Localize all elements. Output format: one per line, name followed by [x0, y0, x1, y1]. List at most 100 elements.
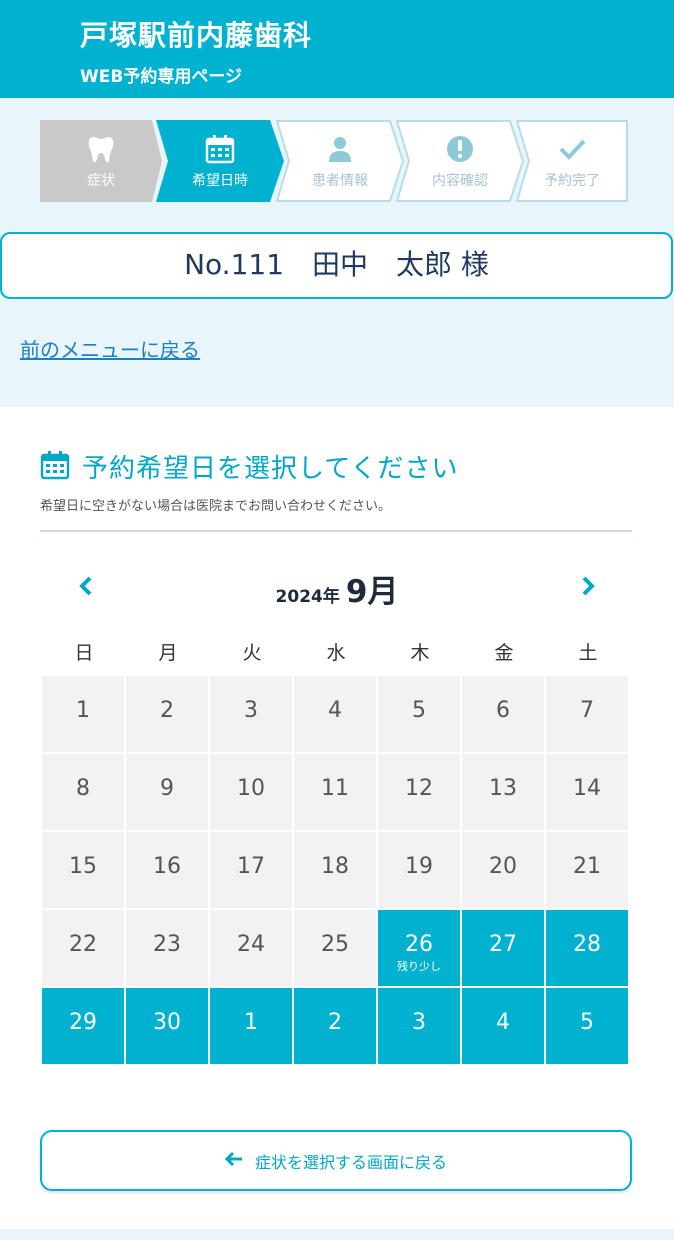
back-to-menu-link[interactable]: 前のメニューに戻る — [20, 334, 200, 363]
day-number: 4 — [496, 1010, 510, 1035]
weekday-label: 月 — [158, 642, 178, 664]
day-number: 15 — [69, 854, 97, 879]
day-number: 13 — [489, 776, 517, 801]
exclamation-icon — [396, 134, 524, 164]
page-subtitle: WEB予約専用ページ — [80, 67, 242, 87]
day-number: 7 — [580, 698, 594, 723]
step-confirm: 内容確認 — [396, 120, 524, 202]
month-label: 2024年 9月 — [0, 566, 674, 611]
day-number: 23 — [153, 932, 181, 957]
step-complete: 予約完了 — [516, 120, 628, 202]
step-datetime: 希望日時 — [156, 120, 284, 202]
calendar-day: 24 — [210, 910, 292, 986]
day-number: 4 — [328, 698, 342, 723]
step-label: 希望日時 — [192, 173, 248, 189]
calendar-day: 5 — [378, 676, 460, 752]
day-number: 16 — [153, 854, 181, 879]
next-month-button[interactable] — [576, 572, 600, 600]
calendar-day: 20 — [462, 832, 544, 908]
app-header: 戸塚駅前内藤歯科 WEB予約専用ページ — [0, 0, 674, 98]
calendar-day: 3 — [210, 676, 292, 752]
calendar-day: 7 — [546, 676, 628, 752]
day-number: 8 — [76, 776, 90, 801]
calendar-day-available[interactable]: 1 — [210, 988, 292, 1064]
day-number: 18 — [321, 854, 349, 879]
calendar-day: 22 — [42, 910, 124, 986]
calendar-icon — [156, 134, 284, 164]
year-label: 2024年 — [275, 587, 340, 607]
month-name: 9月 — [345, 574, 399, 610]
weekday-label: 水 — [326, 642, 346, 664]
weekday-label: 火 — [242, 642, 262, 664]
day-number: 6 — [496, 698, 510, 723]
section-header: 予約希望日を選択してください — [40, 448, 458, 485]
calendar-day-available[interactable]: 27 — [462, 910, 544, 986]
calendar-day: 6 — [462, 676, 544, 752]
calendar-day: 19 — [378, 832, 460, 908]
calendar-day-available[interactable]: 29 — [42, 988, 124, 1064]
calendar-day: 21 — [546, 832, 628, 908]
day-number: 25 — [321, 932, 349, 957]
day-number: 20 — [489, 854, 517, 879]
day-number: 2 — [160, 698, 174, 723]
calendar-day: 12 — [378, 754, 460, 830]
calendar-day-available[interactable]: 5 — [546, 988, 628, 1064]
clinic-title: 戸塚駅前内藤歯科 — [80, 19, 313, 52]
step-symptom: 症状 — [40, 120, 162, 202]
calendar-day: 8 — [42, 754, 124, 830]
check-icon — [516, 134, 628, 164]
calendar-day: 25 — [294, 910, 376, 986]
weekday-label: 土 — [578, 642, 598, 664]
day-number: 21 — [573, 854, 601, 879]
day-number: 5 — [580, 1010, 594, 1035]
calendar-day: 11 — [294, 754, 376, 830]
section-note: 希望日に空きがない場合は医院までお問い合わせください。 — [40, 499, 392, 514]
day-number: 9 — [160, 776, 174, 801]
day-number: 3 — [412, 1010, 426, 1035]
day-number: 19 — [405, 854, 433, 879]
calendar-day: 16 — [126, 832, 208, 908]
section-title: 予約希望日を選択してください — [82, 454, 459, 484]
calendar-day: 14 — [546, 754, 628, 830]
step-label: 内容確認 — [432, 173, 488, 189]
step-label: 予約完了 — [544, 173, 600, 189]
step-label: 患者情報 — [312, 173, 368, 189]
calendar-day-available[interactable]: 26 残り少し — [378, 910, 460, 986]
availability-note: 残り少し — [397, 960, 441, 973]
day-number: 24 — [237, 932, 265, 957]
calendar-day-available[interactable]: 30 — [126, 988, 208, 1064]
person-icon — [276, 134, 404, 164]
day-number: 22 — [69, 932, 97, 957]
calendar-day: 4 — [294, 676, 376, 752]
day-number: 11 — [321, 776, 349, 801]
day-number: 26 — [405, 932, 433, 957]
arrow-left-icon — [224, 1151, 243, 1171]
calendar-day: 9 — [126, 754, 208, 830]
day-number: 10 — [237, 776, 265, 801]
calendar-day: 13 — [462, 754, 544, 830]
weekday-label: 木 — [410, 642, 430, 664]
calendar-day-available[interactable]: 28 — [546, 910, 628, 986]
day-number: 2 — [328, 1010, 342, 1035]
calendar-day-available[interactable]: 3 — [378, 988, 460, 1064]
back-button-label: 症状を選択する画面に戻る — [254, 1152, 447, 1172]
day-number: 3 — [244, 698, 258, 723]
progress-steps: 症状 希望日時 患者情報 内容確認 予約完了 — [40, 120, 628, 202]
divider — [40, 530, 632, 532]
calendar-day-available[interactable]: 4 — [462, 988, 544, 1064]
calendar-day: 10 — [210, 754, 292, 830]
calendar-day: 23 — [126, 910, 208, 986]
calendar-icon — [40, 450, 70, 484]
day-number: 1 — [244, 1010, 258, 1035]
tooth-icon — [40, 134, 162, 164]
calendar-day: 1 — [42, 676, 124, 752]
back-to-symptom-button[interactable]: 症状を選択する画面に戻る — [40, 1130, 632, 1191]
calendar-day-available[interactable]: 2 — [294, 988, 376, 1064]
day-number: 29 — [69, 1010, 97, 1035]
day-number: 17 — [237, 854, 265, 879]
patient-name: No.111 田中 太郎 様 — [0, 232, 673, 299]
calendar-day: 17 — [210, 832, 292, 908]
day-number: 27 — [489, 932, 517, 957]
day-number: 1 — [76, 698, 90, 723]
day-number: 30 — [153, 1010, 181, 1035]
